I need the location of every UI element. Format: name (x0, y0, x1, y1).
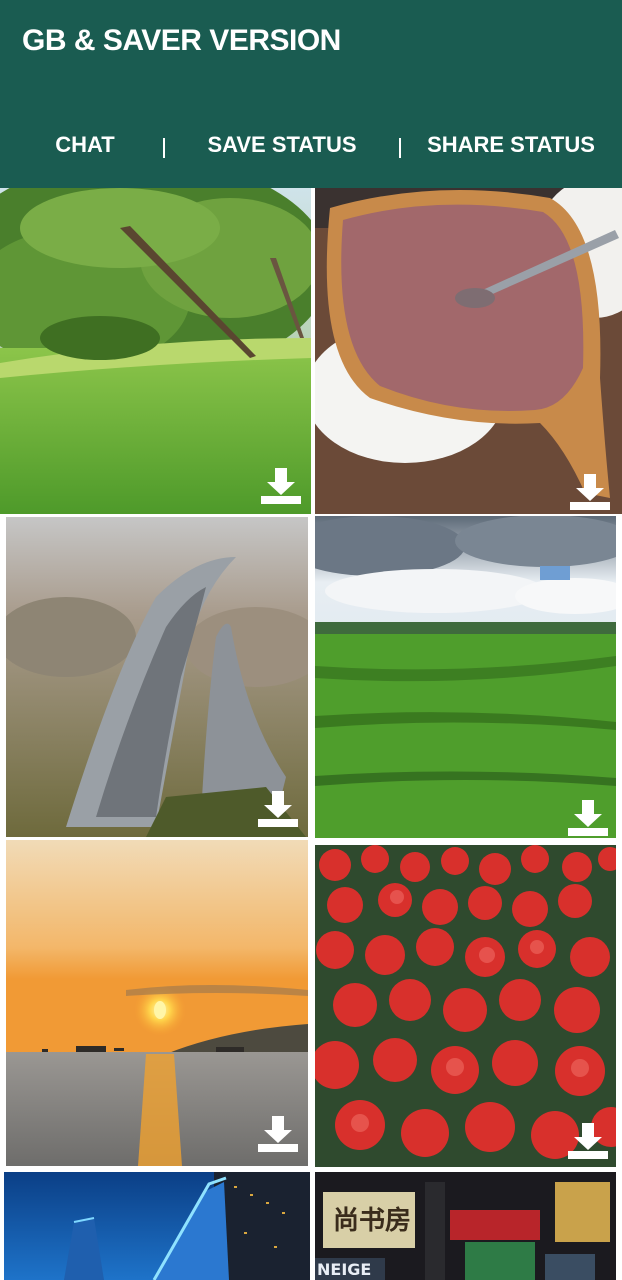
tab-chat[interactable]: CHAT (30, 132, 140, 158)
status-tile[interactable]: 尚书房 NEIGE (315, 1172, 616, 1280)
tab-divider (163, 138, 165, 158)
tea-field-image (315, 516, 616, 838)
download-icon (258, 1116, 298, 1152)
status-tile[interactable] (0, 188, 311, 514)
smoothie-image (315, 188, 622, 514)
app-bar: GB & SAVER VERSION CHAT SAVE STATUS SHAR… (0, 0, 622, 188)
status-tile[interactable] (4, 1172, 310, 1280)
status-tile[interactable] (315, 845, 616, 1167)
download-icon (568, 800, 608, 836)
status-tile[interactable] (315, 516, 616, 838)
download-icon (568, 1123, 608, 1159)
sign-text: 尚书房 (333, 1206, 412, 1236)
status-tile[interactable] (315, 188, 622, 514)
download-button[interactable] (564, 1121, 612, 1161)
tab-save-status[interactable]: SAVE STATUS (190, 132, 374, 158)
tab-divider (399, 138, 401, 158)
status-grid: 尚书房 NEIGE (0, 188, 622, 1280)
download-button[interactable] (254, 789, 302, 829)
neon-city-image (4, 1172, 310, 1280)
red-flowers-image (315, 845, 616, 1167)
download-button[interactable] (254, 1114, 302, 1154)
download-button[interactable] (564, 798, 612, 838)
status-tile[interactable] (6, 840, 308, 1166)
download-icon (258, 791, 298, 827)
status-tile[interactable] (6, 517, 308, 837)
download-button[interactable] (257, 466, 305, 506)
sign-text: NEIGE (317, 1260, 372, 1279)
download-button[interactable] (566, 472, 614, 512)
app-title: GB & SAVER VERSION (22, 24, 341, 57)
download-icon (261, 468, 301, 504)
download-icon (570, 474, 610, 510)
tab-share-status[interactable]: SHARE STATUS (418, 132, 604, 158)
